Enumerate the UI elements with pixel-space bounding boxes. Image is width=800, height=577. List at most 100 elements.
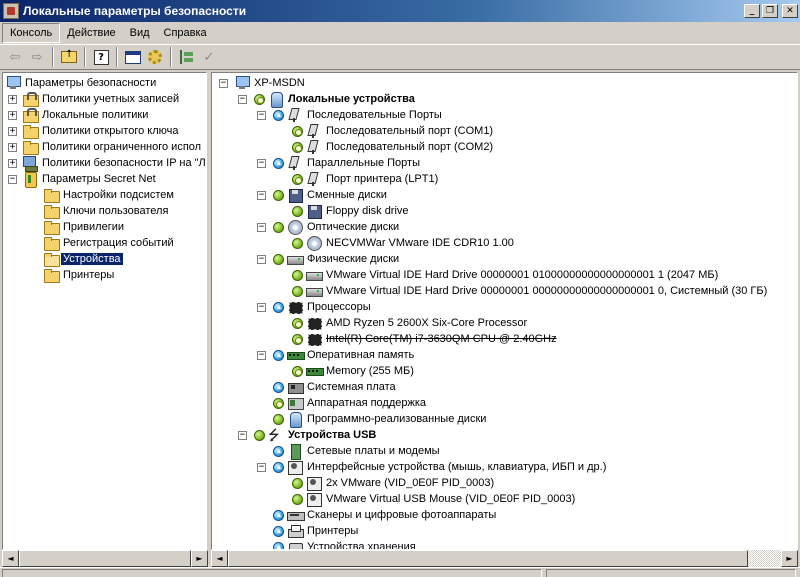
- scroll-left-button[interactable]: ◄: [2, 550, 19, 567]
- device-computer[interactable]: XP-MSDN: [234, 75, 307, 91]
- back-button[interactable]: ⇦: [4, 46, 26, 68]
- port-icon: [306, 139, 322, 155]
- menu-action[interactable]: Действие: [60, 24, 122, 42]
- scroll-right-button[interactable]: ►: [781, 550, 798, 567]
- collapse-toggle[interactable]: −: [257, 303, 266, 312]
- device-floppy[interactable]: Floppy disk drive: [292, 203, 411, 219]
- left-horizontal-scrollbar[interactable]: ◄ ►: [2, 550, 208, 567]
- status-allowed-icon: [292, 317, 303, 329]
- device-parallel-ports[interactable]: Параллельные Порты: [273, 155, 422, 171]
- memory-icon: [287, 347, 305, 363]
- tree-item-subsystem-settings[interactable]: Настройки подсистем: [43, 187, 176, 203]
- device-local-devices[interactable]: Локальные устройства: [254, 91, 417, 108]
- tree-root[interactable]: Параметры безопасности: [5, 75, 158, 91]
- device-storage[interactable]: Устройства хранения: [273, 539, 418, 549]
- collapse-toggle[interactable]: −: [257, 223, 266, 232]
- device-com2[interactable]: Последовательный порт (COM2): [292, 139, 495, 155]
- device-tree[interactable]: − XP-MSDN − Локальные устройства − После…: [211, 72, 798, 550]
- collapse-toggle[interactable]: −: [257, 351, 266, 360]
- minimize-button[interactable]: _: [744, 4, 760, 18]
- tree-item-public-key-policies[interactable]: Политики открытого ключа: [22, 123, 180, 139]
- collapse-toggle[interactable]: −: [8, 175, 17, 184]
- apply-button[interactable]: ✓: [198, 46, 220, 68]
- expand-toggle[interactable]: +: [8, 95, 17, 104]
- collapse-toggle[interactable]: −: [257, 159, 266, 168]
- collapse-toggle[interactable]: −: [257, 111, 266, 120]
- collapse-toggle[interactable]: −: [257, 191, 266, 200]
- restore-button[interactable]: ❐: [762, 4, 778, 18]
- status-allowed-icon: [254, 429, 265, 441]
- tree-item-software-restriction[interactable]: Политики ограниченного испол: [22, 139, 203, 155]
- scroll-thumb[interactable]: [228, 550, 748, 567]
- scroll-left-button[interactable]: ◄: [211, 550, 228, 567]
- menu-help[interactable]: Справка: [157, 24, 214, 42]
- device-hid-vmware[interactable]: 2x VMware (VID_0E0F PID_0003): [292, 475, 496, 491]
- device-cdrom[interactable]: NECVMWar VMware IDE CDR10 1.00: [292, 235, 516, 251]
- computer-icon: [234, 75, 250, 91]
- device-com1[interactable]: Последовательный порт (COM1): [292, 123, 495, 139]
- device-hdd2[interactable]: VMware Virtual IDE Hard Drive 00000001 0…: [292, 283, 769, 299]
- device-removable[interactable]: Сменные диски: [273, 187, 389, 203]
- device-cpu-amd[interactable]: AMD Ryzen 5 2600X Six-Core Processor: [292, 315, 529, 331]
- device-hid[interactable]: Интерфейсные устройства (мышь, клавиатур…: [273, 459, 608, 475]
- console-tree[interactable]: Параметры безопасности + Политики учетны…: [2, 72, 207, 550]
- tree-item-local-policies[interactable]: Локальные политики: [22, 107, 150, 123]
- secret-net-icon: [22, 171, 38, 188]
- memory-icon: [306, 363, 324, 379]
- tree-item-secret-net[interactable]: Параметры Secret Net: [22, 171, 158, 188]
- device-software-disks[interactable]: Программно-реализованные диски: [273, 411, 488, 428]
- menu-console[interactable]: Консоль: [2, 23, 61, 43]
- properties-button[interactable]: [144, 46, 166, 68]
- collapse-toggle[interactable]: −: [219, 79, 228, 88]
- device-motherboard[interactable]: Системная плата: [273, 379, 398, 395]
- tree-item-privileges[interactable]: Привилегии: [43, 219, 126, 235]
- scroll-right-button[interactable]: ►: [191, 550, 208, 567]
- status-bar: [0, 567, 800, 577]
- device-optical[interactable]: Оптические диски: [273, 219, 401, 235]
- collapse-toggle[interactable]: −: [238, 431, 247, 440]
- hard-disk-icon: [306, 267, 323, 283]
- expand-toggle[interactable]: +: [8, 143, 17, 152]
- expand-toggle[interactable]: +: [8, 127, 17, 136]
- device-cpu-intel[interactable]: Intel(R) Core(TM) i7-3630QM CPU @ 2.40GH…: [292, 331, 559, 347]
- device-netcards[interactable]: Сетевые платы и модемы: [273, 443, 442, 460]
- device-printers[interactable]: Принтеры: [273, 523, 360, 539]
- device-physical-disks[interactable]: Физические диски: [273, 251, 401, 267]
- collapse-toggle[interactable]: −: [257, 255, 266, 264]
- device-serial-ports[interactable]: Последовательные Порты: [273, 107, 444, 123]
- app-icon[interactable]: [3, 3, 19, 19]
- new-window-button[interactable]: [122, 46, 144, 68]
- tree-item-event-logging[interactable]: Регистрация событий: [43, 235, 176, 251]
- device-scanners[interactable]: Сканеры и цифровые фотоаппараты: [273, 507, 498, 523]
- show-tree-button[interactable]: [176, 46, 198, 68]
- device-memory[interactable]: Memory (255 МБ): [292, 363, 416, 379]
- scroll-thumb[interactable]: [19, 550, 191, 567]
- status-inherit-icon: [273, 541, 284, 549]
- device-processors[interactable]: Процессоры: [273, 299, 373, 315]
- device-usb[interactable]: Устройства USB: [254, 425, 378, 449]
- status-inherit-icon: [273, 157, 284, 169]
- device-ram[interactable]: Оперативная память: [273, 347, 416, 363]
- tree-item-devices[interactable]: Устройства: [43, 251, 124, 267]
- device-lpt1[interactable]: Порт принтера (LPT1): [292, 171, 440, 187]
- tree-item-user-keys[interactable]: Ключи пользователя: [43, 203, 170, 219]
- port-icon: [287, 155, 303, 171]
- help-button[interactable]: ?: [90, 46, 112, 68]
- expand-toggle[interactable]: +: [8, 159, 17, 168]
- up-one-level-button[interactable]: [58, 46, 80, 68]
- status-inherit-icon: [273, 525, 284, 537]
- forward-button[interactable]: ⇨: [26, 46, 48, 68]
- collapse-toggle[interactable]: −: [257, 463, 266, 472]
- right-horizontal-scrollbar[interactable]: ◄ ►: [211, 550, 798, 567]
- usb-icon: [268, 425, 284, 449]
- collapse-toggle[interactable]: −: [238, 95, 247, 104]
- device-hw-support[interactable]: Аппаратная поддержка: [273, 395, 428, 411]
- close-button[interactable]: ✕: [782, 4, 798, 18]
- tree-item-account-policies[interactable]: Политики учетных записей: [22, 91, 181, 107]
- expand-toggle[interactable]: +: [8, 111, 17, 120]
- menu-view[interactable]: Вид: [123, 24, 157, 42]
- device-hid-mouse[interactable]: VMware Virtual USB Mouse (VID_0E0F PID_0…: [292, 491, 577, 507]
- tree-item-ip-security[interactable]: Политики безопасности IP на "Л: [22, 155, 206, 172]
- tree-item-printers[interactable]: Принтеры: [43, 267, 116, 283]
- device-hdd1[interactable]: VMware Virtual IDE Hard Drive 00000001 0…: [292, 267, 720, 283]
